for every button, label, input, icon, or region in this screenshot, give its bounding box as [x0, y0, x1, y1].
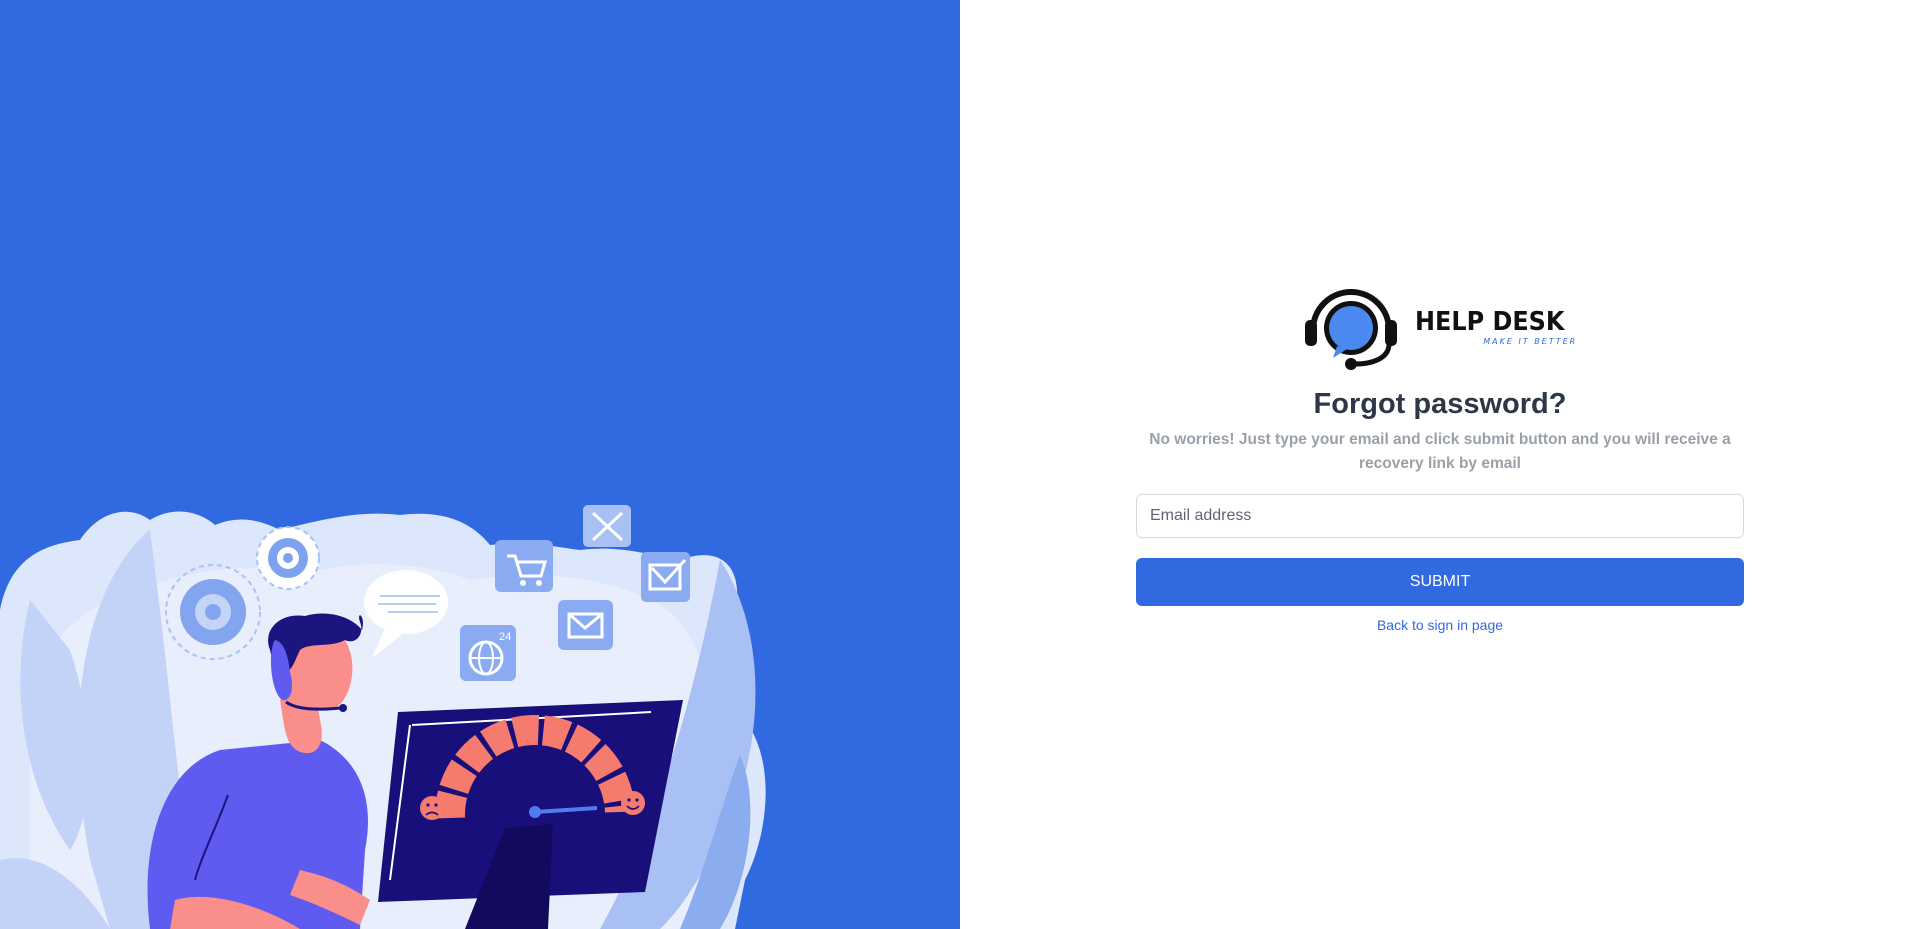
email-field[interactable] [1136, 494, 1744, 538]
illustration-panel: 24 [0, 0, 960, 929]
mail-icon [558, 600, 613, 650]
page-title: Forgot password? [1313, 388, 1567, 420]
badge-24: 24 [499, 631, 511, 643]
globe-24-icon: 24 [460, 625, 516, 681]
forgot-password-form: HELP DESK MAKE IT BETTER Forgot password… [1136, 286, 1744, 633]
sad-face-icon [420, 796, 444, 820]
headset-chat-icon [1304, 289, 1397, 370]
support-agent-illustration: 24 [0, 505, 766, 929]
check-mail-icon [641, 552, 690, 602]
form-panel: HELP DESK MAKE IT BETTER Forgot password… [960, 0, 1920, 929]
brand-name: HELP DESK [1414, 306, 1565, 337]
page-subtitle: No worries! Just type your email and cli… [1149, 431, 1731, 472]
tools-icon [583, 505, 631, 547]
brand-tagline: MAKE IT BETTER [1483, 336, 1578, 346]
happy-face-icon [621, 791, 645, 815]
back-to-sign-in-link[interactable]: Back to sign in page [1377, 617, 1503, 633]
submit-button[interactable]: SUBMIT [1136, 558, 1744, 606]
gear-icon-small [256, 526, 320, 590]
help-desk-logo: HELP DESK MAKE IT BETTER [1303, 286, 1577, 372]
cart-icon [495, 540, 553, 592]
logo-text: HELP DESK MAKE IT BETTER [1415, 308, 1577, 347]
forgot-password-page: 24 HELP DESK MAKE IT BETTER Forgot passw… [0, 0, 1920, 929]
